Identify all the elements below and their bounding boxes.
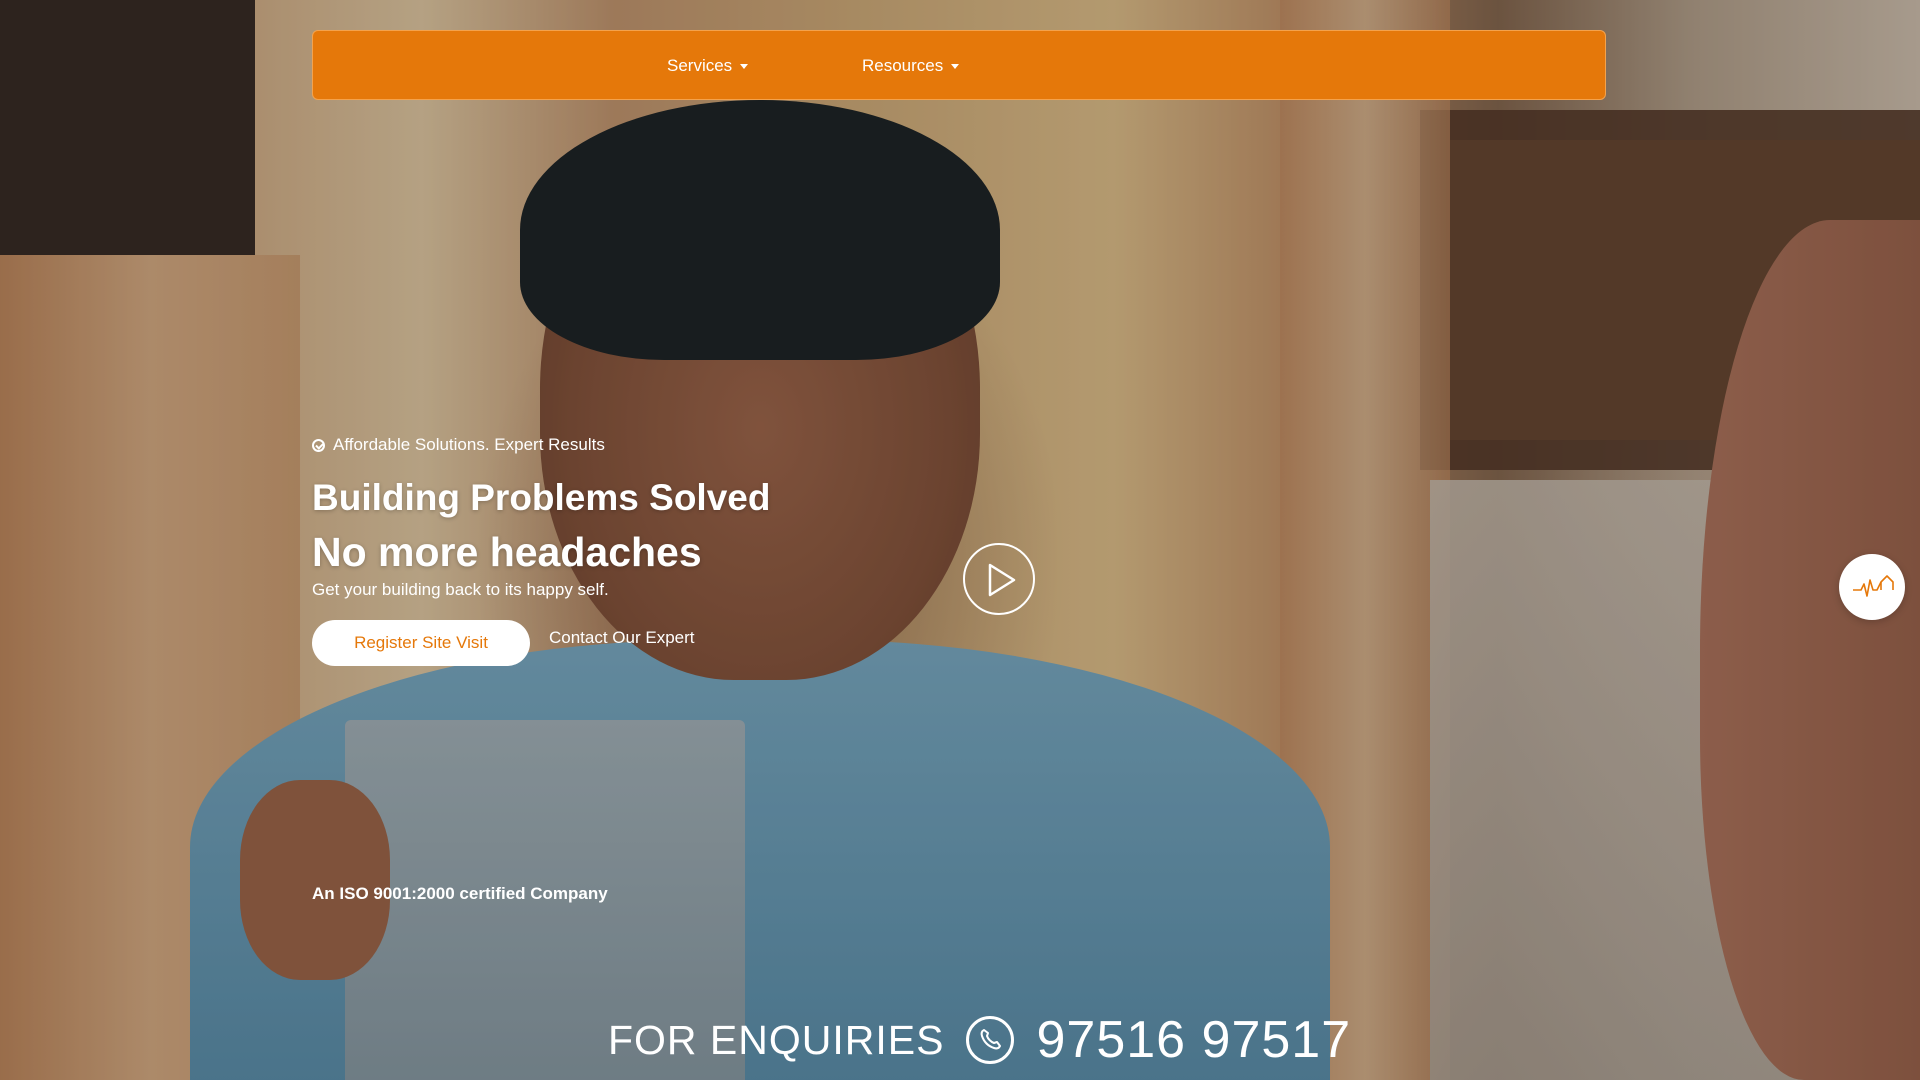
- chevron-down-icon: [740, 63, 749, 69]
- check-circle-icon: [312, 438, 325, 452]
- phone-icon: [966, 1016, 1015, 1064]
- hero-headline: Building Problems Solved No more headach…: [312, 470, 770, 580]
- hero-tagline-text: Affordable Solutions. Expert Results: [333, 435, 605, 454]
- contact-expert-link[interactable]: Contact Our Expert: [549, 628, 695, 648]
- hero-headline-line1: Building Problems Solved: [312, 477, 771, 518]
- register-site-visit-button[interactable]: Register Site Visit: [312, 620, 530, 666]
- nav-services-label: Services: [667, 56, 733, 75]
- nav-resources-label: Resources: [862, 56, 944, 75]
- top-navbar: Services Resources: [312, 30, 1606, 100]
- iso-certification-text: An ISO 9001:2000 certified Company: [312, 884, 608, 903]
- nav-services-dropdown[interactable]: Services: [667, 31, 749, 101]
- play-icon: [988, 563, 1016, 597]
- enquiries-phone-number[interactable]: 97516 97517: [1036, 1010, 1351, 1070]
- house-heartbeat-badge[interactable]: [1839, 554, 1905, 620]
- hero-tagline: Affordable Solutions. Expert Results: [312, 435, 605, 455]
- enquiries-label: FOR ENQUIRIES: [608, 1016, 945, 1063]
- play-video-button[interactable]: [963, 543, 1035, 615]
- chevron-down-icon: [951, 63, 960, 69]
- hero-section: Services Resources Affordable Solutions.…: [0, 0, 1920, 1080]
- hero-subtext: Get your building back to its happy self…: [312, 580, 609, 599]
- house-heartbeat-icon: [1853, 575, 1894, 597]
- hero-headline-line2: No more headaches: [312, 529, 702, 575]
- enquiries-banner: FOR ENQUIRIES 97516 97517: [608, 1010, 1351, 1070]
- nav-resources-dropdown[interactable]: Resources: [862, 31, 960, 101]
- background-overlay: [0, 0, 1920, 1080]
